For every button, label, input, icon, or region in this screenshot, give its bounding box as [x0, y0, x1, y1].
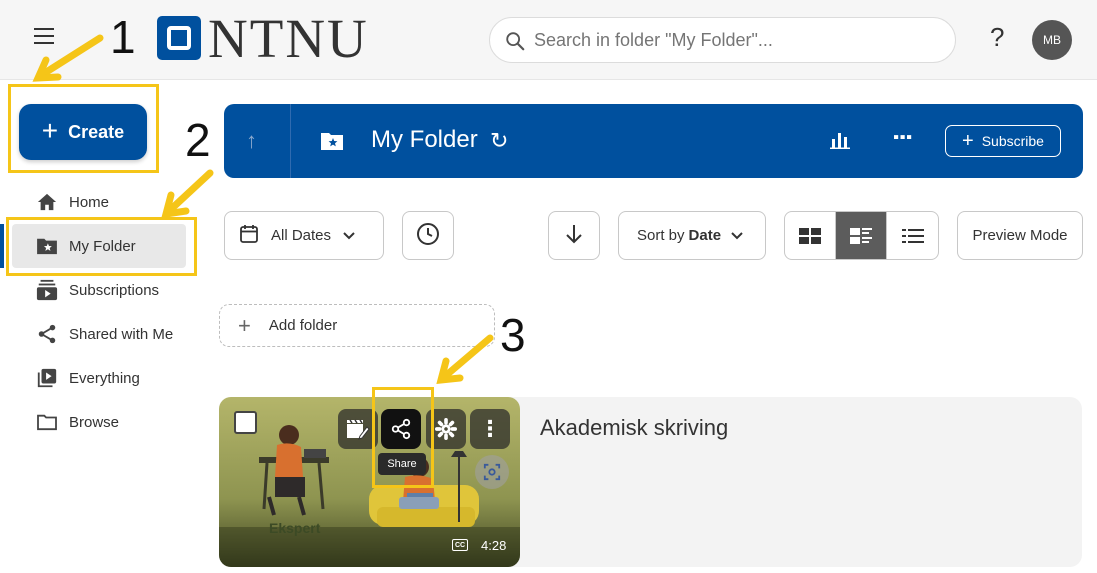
video-edit-icon: [347, 419, 370, 440]
grid-view-button[interactable]: [785, 212, 836, 259]
subscribe-label: Subscribe: [981, 133, 1044, 149]
thumbnail-text: Ekspert: [269, 520, 321, 536]
calendar-icon: [239, 224, 259, 248]
session-title[interactable]: Akademisk skriving: [540, 415, 728, 441]
subscriptions-icon: [35, 278, 59, 302]
sort-prefix: Sort by: [637, 227, 685, 244]
subscribe-button[interactable]: + Subscribe: [945, 125, 1061, 157]
grid-icon: [799, 227, 821, 244]
add-folder-button[interactable]: + Add folder: [219, 304, 495, 347]
date-filter-dropdown[interactable]: All Dates: [224, 211, 384, 260]
stats-icon[interactable]: [830, 131, 850, 154]
sort-value: Date: [688, 227, 722, 244]
folder-star-icon: [320, 131, 344, 156]
sidebar-item-label: Everything: [69, 369, 140, 387]
view-mode-toggle: [784, 211, 939, 260]
sidebar-item-label: Shared with Me: [69, 325, 174, 343]
share-icon: [35, 322, 59, 346]
clock-icon: [416, 222, 440, 250]
gear-icon: [435, 418, 457, 440]
search-input[interactable]: [534, 18, 934, 62]
page-title: My Folder: [371, 126, 478, 153]
ntnu-logo-icon[interactable]: [157, 16, 201, 60]
search-bar[interactable]: [489, 17, 956, 63]
sidebar-item-label: Home: [69, 193, 110, 211]
select-checkbox[interactable]: [234, 411, 257, 434]
avatar[interactable]: MB: [1032, 20, 1072, 60]
sidebar-item-shared-with-me[interactable]: Shared with Me: [0, 312, 200, 356]
chevron-down-icon: [731, 227, 743, 244]
focus-button[interactable]: [475, 455, 509, 489]
sidebar-item-everything[interactable]: Everything: [0, 356, 200, 400]
more-icon[interactable]: ⋮: [890, 126, 915, 148]
arrow-down-icon: [564, 223, 584, 249]
help-icon[interactable]: ?: [990, 22, 1004, 53]
detail-list-icon: [850, 227, 872, 244]
sidebar-item-browse[interactable]: Browse: [0, 400, 200, 444]
sort-dropdown[interactable]: Sort by Date: [618, 211, 766, 260]
captions-icon: CC: [452, 539, 468, 551]
annotation-number-2: 2: [185, 114, 211, 166]
divider: [290, 104, 291, 178]
plus-icon: +: [962, 130, 974, 152]
library-icon: [35, 366, 59, 390]
sidebar-item-label: Browse: [69, 413, 120, 431]
annotation-number-3: 3: [500, 309, 526, 361]
date-filter-label: All Dates: [271, 227, 332, 244]
list-icon: [901, 228, 924, 243]
highlight-create: [8, 84, 159, 173]
refresh-icon[interactable]: ↻: [490, 128, 508, 154]
chevron-down-icon: [343, 227, 355, 244]
add-folder-label: Add folder: [268, 317, 338, 334]
focus-icon: [483, 463, 501, 481]
folder-header: ↑ My Folder ↻ ⋮ + Subscribe: [224, 104, 1083, 178]
sidebar-item-label: Subscriptions: [69, 281, 160, 299]
plus-icon: +: [238, 312, 251, 338]
more-options-button[interactable]: ⋮: [470, 409, 510, 449]
duration-label: 4:28: [481, 538, 507, 553]
clock-filter-button[interactable]: [402, 211, 454, 260]
annotation-number-1: 1: [110, 11, 136, 63]
sort-direction-button[interactable]: [548, 211, 600, 260]
highlight-share: [372, 387, 434, 488]
folder-icon: [35, 410, 59, 434]
detail-view-button[interactable]: [836, 212, 887, 259]
home-icon: [35, 190, 59, 214]
preview-mode-button[interactable]: Preview Mode: [957, 211, 1083, 260]
list-view-button[interactable]: [887, 212, 938, 259]
arrow-up-icon[interactable]: ↑: [246, 128, 257, 154]
search-icon: [506, 32, 525, 51]
ntnu-logo-text[interactable]: NTNU: [208, 6, 369, 72]
menu-icon[interactable]: [34, 28, 58, 50]
more-icon: ⋮: [479, 416, 501, 441]
top-bar: NTNU ? MB: [0, 0, 1097, 80]
highlight-my-folder: [6, 217, 197, 276]
